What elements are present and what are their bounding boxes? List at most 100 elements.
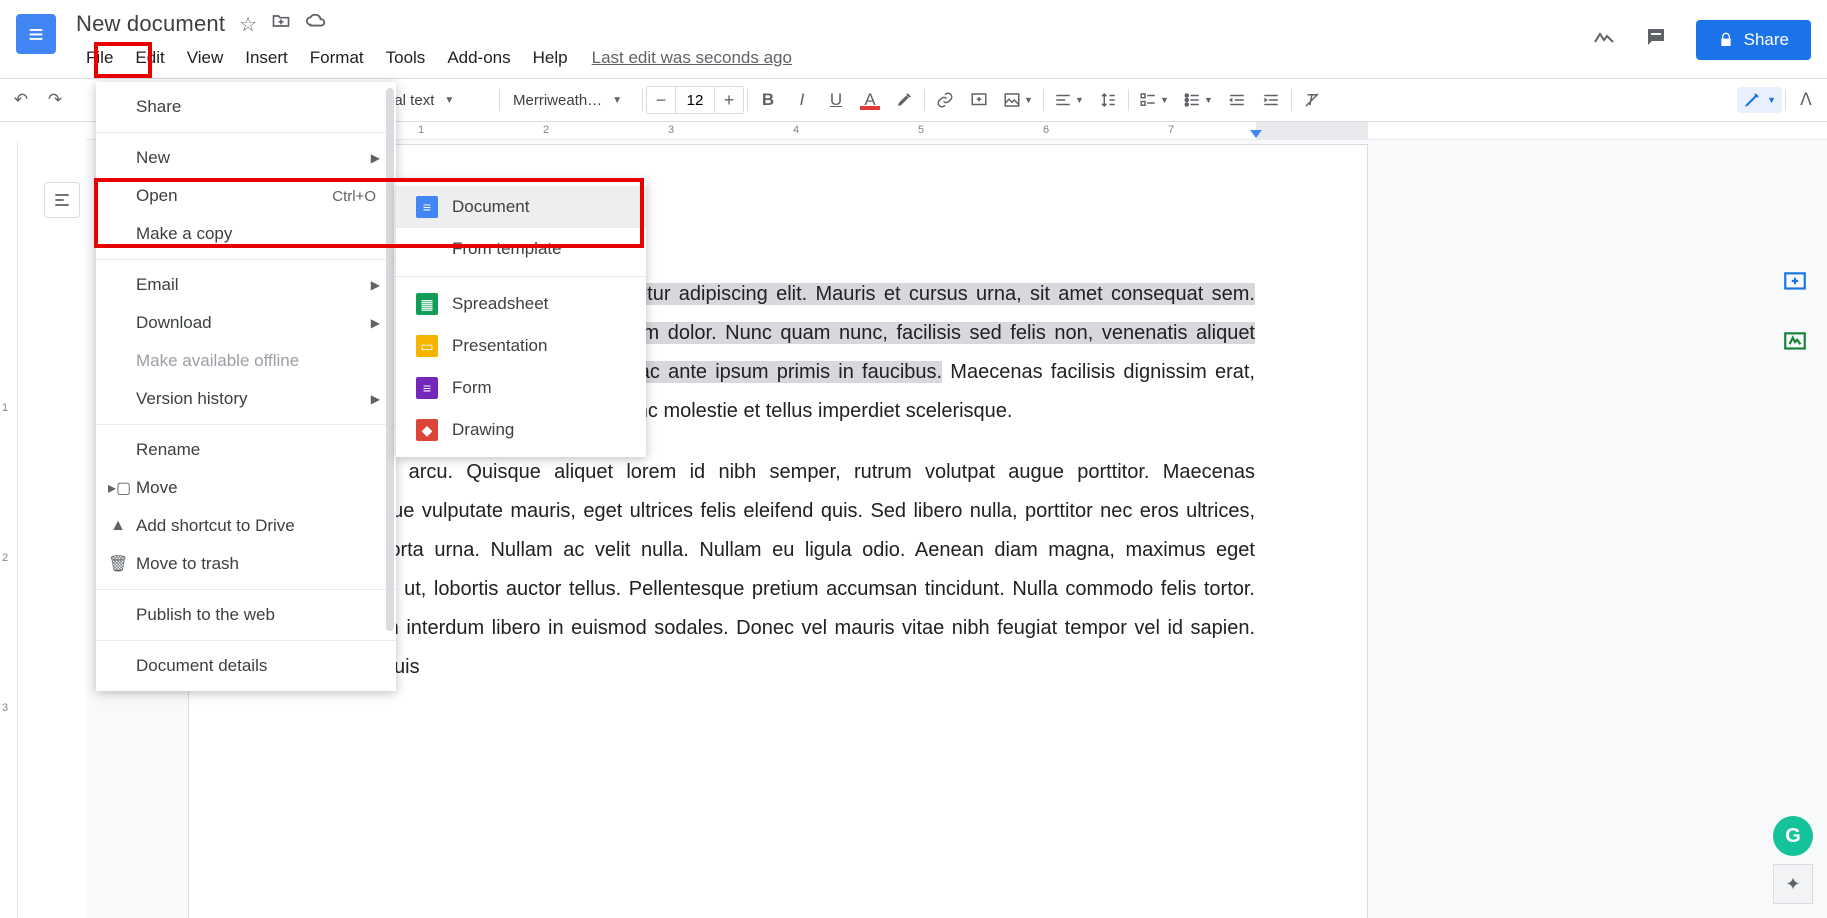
- right-indent-marker[interactable]: [1250, 130, 1262, 138]
- share-button[interactable]: Share: [1696, 20, 1811, 60]
- new-document[interactable]: ≡Document: [396, 186, 646, 228]
- header-right: Share: [1592, 20, 1811, 60]
- explore-button[interactable]: ✦: [1773, 864, 1813, 904]
- menu-tools[interactable]: Tools: [376, 44, 436, 72]
- align-button[interactable]: ▼: [1047, 85, 1091, 115]
- document-title[interactable]: New document: [76, 11, 225, 37]
- add-comment-button[interactable]: [1775, 262, 1815, 302]
- app-header: ≡ New document ☆ File Edit View Insert F…: [0, 0, 1827, 78]
- cloud-status-icon[interactable]: [305, 10, 327, 38]
- new-from-template[interactable]: From template: [396, 228, 646, 270]
- share-button-label: Share: [1744, 30, 1789, 50]
- undo-button[interactable]: ↶: [4, 85, 38, 115]
- font-family-dropdown[interactable]: Merriweath…▼: [503, 85, 639, 115]
- grammarly-badge[interactable]: G: [1773, 816, 1813, 856]
- activity-icon[interactable]: [1592, 25, 1616, 55]
- chevron-down-icon: ▼: [1767, 95, 1776, 105]
- bulleted-list-button[interactable]: ▼: [1176, 85, 1220, 115]
- file-menu-dropdown: Share New▶ OpenCtrl+O Make a copy Email▶…: [96, 82, 396, 691]
- move-folder-icon[interactable]: [271, 11, 291, 37]
- suggest-edits-button[interactable]: [1775, 322, 1815, 362]
- menu-addons[interactable]: Add-ons: [437, 44, 520, 72]
- collapse-toolbar-button[interactable]: ᐱ: [1789, 85, 1823, 115]
- file-menu-add-shortcut[interactable]: ▲Add shortcut to Drive: [96, 507, 396, 545]
- file-menu-download[interactable]: Download▶: [96, 304, 396, 342]
- drawing-icon: ◆: [416, 419, 438, 441]
- margin-actions: [1775, 262, 1815, 362]
- file-menu-version-history[interactable]: Version history▶: [96, 380, 396, 418]
- italic-button[interactable]: I: [785, 85, 819, 115]
- lock-icon: [1718, 32, 1734, 48]
- font-size-value[interactable]: 12: [675, 87, 715, 113]
- increase-indent-button[interactable]: [1254, 85, 1288, 115]
- file-menu-email[interactable]: Email▶: [96, 266, 396, 304]
- menu-help[interactable]: Help: [523, 44, 578, 72]
- drive-icon: ▲: [108, 517, 128, 535]
- file-menu-make-copy[interactable]: Make a copy: [96, 215, 396, 253]
- spreadsheet-icon: ▦: [416, 293, 438, 315]
- insert-image-button[interactable]: ▼: [996, 85, 1040, 115]
- vertical-ruler[interactable]: 1 2 3: [0, 142, 18, 918]
- menu-insert[interactable]: Insert: [235, 44, 298, 72]
- ruler-tick: 3: [668, 124, 674, 136]
- shortcut-label: Ctrl+O: [332, 188, 376, 205]
- menu-edit[interactable]: Edit: [125, 44, 174, 72]
- file-menu-trash[interactable]: 🗑Move to trash: [96, 545, 396, 583]
- file-menu-open[interactable]: OpenCtrl+O: [96, 177, 396, 215]
- chevron-down-icon: ▼: [444, 95, 454, 106]
- line-spacing-button[interactable]: [1091, 85, 1125, 115]
- ruler-tick: 7: [1168, 124, 1174, 136]
- menu-view[interactable]: View: [177, 44, 234, 72]
- last-edit-link[interactable]: Last edit was seconds ago: [592, 48, 792, 68]
- file-menu-details[interactable]: Document details: [96, 647, 396, 685]
- new-form[interactable]: ≡Form: [396, 367, 646, 409]
- v-ruler-tick: 2: [2, 552, 8, 564]
- comments-icon[interactable]: [1644, 25, 1668, 55]
- checklist-button[interactable]: ▼: [1132, 85, 1176, 115]
- ruler-tick: 5: [918, 124, 924, 136]
- bold-button[interactable]: B: [751, 85, 785, 115]
- submenu-arrow-icon: ▶: [371, 278, 380, 292]
- submenu-arrow-icon: ▶: [371, 392, 380, 406]
- redo-button[interactable]: ↷: [38, 85, 72, 115]
- font-size-decrease[interactable]: −: [647, 87, 675, 113]
- new-spreadsheet[interactable]: ▦Spreadsheet: [396, 283, 646, 325]
- menu-format[interactable]: Format: [300, 44, 374, 72]
- docs-logo[interactable]: ≡: [16, 14, 56, 54]
- paragraph[interactable]: In a urna arcu. Quisque aliquet lorem id…: [301, 453, 1255, 687]
- submenu-arrow-icon: ▶: [371, 151, 380, 165]
- submenu-arrow-icon: ▶: [371, 316, 380, 330]
- underline-button[interactable]: U: [819, 85, 853, 115]
- file-menu-share[interactable]: Share: [96, 88, 396, 126]
- font-size-control: − 12 +: [646, 86, 744, 114]
- menu-file[interactable]: File: [76, 44, 123, 72]
- clear-formatting-button[interactable]: [1295, 85, 1329, 115]
- document-outline-button[interactable]: [44, 182, 80, 218]
- file-menu-new[interactable]: New▶: [96, 139, 396, 177]
- menu-bar: File Edit View Insert Format Tools Add-o…: [76, 44, 1592, 72]
- insert-comment-button[interactable]: [962, 85, 996, 115]
- file-menu-publish[interactable]: Publish to the web: [96, 596, 396, 634]
- font-size-increase[interactable]: +: [715, 87, 743, 113]
- file-menu-move[interactable]: ▸▢Move: [96, 469, 396, 507]
- chevron-down-icon: ▼: [612, 95, 622, 106]
- ruler-tick: 6: [1043, 124, 1049, 136]
- file-menu-rename[interactable]: Rename: [96, 431, 396, 469]
- title-area: New document ☆ File Edit View Insert For…: [76, 8, 1592, 72]
- v-ruler-tick: 1: [2, 402, 8, 414]
- ruler-tick: 2: [543, 124, 549, 136]
- editing-mode-button[interactable]: ▼: [1737, 87, 1782, 113]
- new-submenu: ≡Document From template ▦Spreadsheet ▭Pr…: [396, 180, 646, 457]
- insert-link-button[interactable]: [928, 85, 962, 115]
- document-icon: ≡: [416, 196, 438, 218]
- move-icon: ▸▢: [108, 478, 128, 498]
- star-icon[interactable]: ☆: [239, 12, 257, 37]
- ruler-tick: 4: [793, 124, 799, 136]
- new-drawing[interactable]: ◆Drawing: [396, 409, 646, 451]
- trash-icon: 🗑: [108, 554, 128, 574]
- left-gutter: 1 2 3: [0, 122, 86, 918]
- highlight-color-button[interactable]: [887, 85, 921, 115]
- decrease-indent-button[interactable]: [1220, 85, 1254, 115]
- text-color-button[interactable]: A: [853, 85, 887, 115]
- new-presentation[interactable]: ▭Presentation: [396, 325, 646, 367]
